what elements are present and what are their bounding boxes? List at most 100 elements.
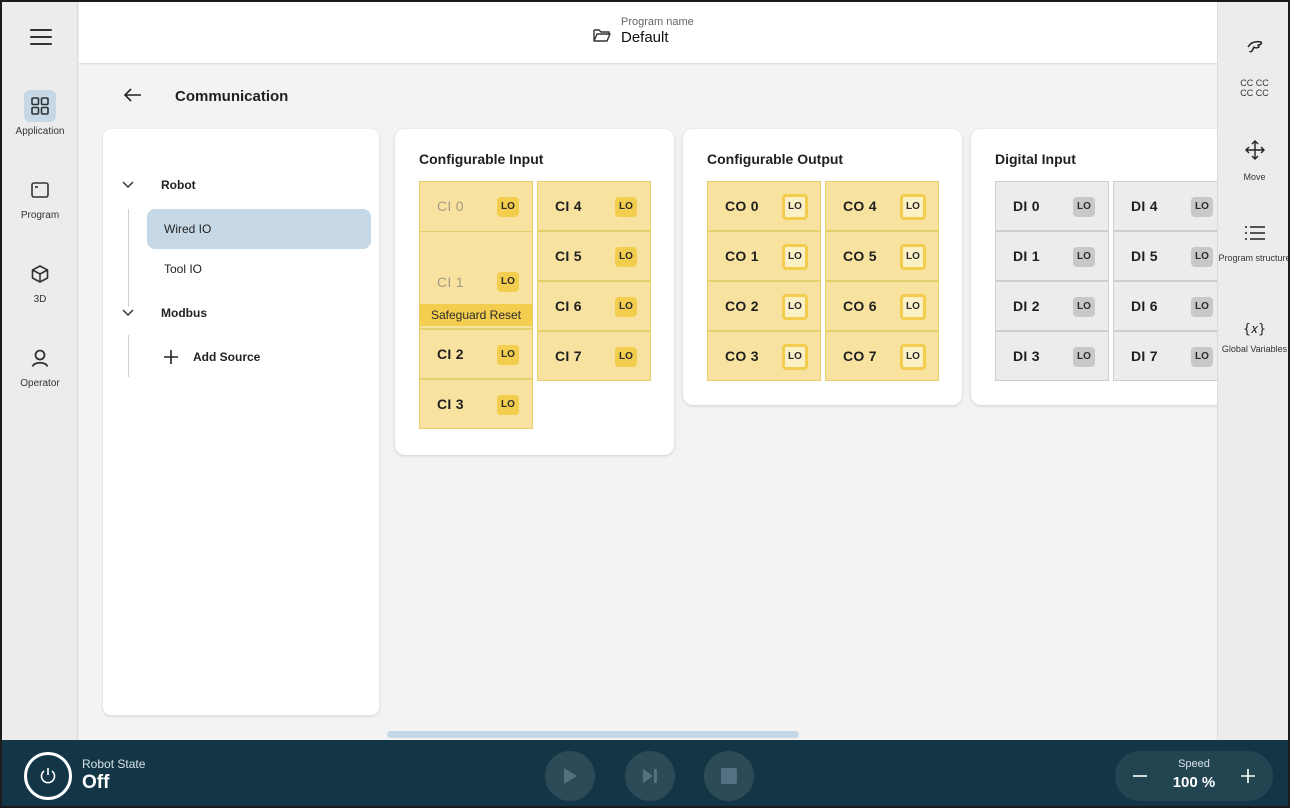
play-button[interactable] xyxy=(545,751,595,801)
play-icon xyxy=(564,768,577,784)
level-badge: LO xyxy=(615,347,637,367)
left-nav: Application Program 3D Operator xyxy=(2,2,78,740)
nav-3d[interactable]: 3D xyxy=(2,258,78,305)
back-arrow-icon[interactable] xyxy=(123,87,143,108)
level-badge: LO xyxy=(1191,247,1213,267)
cc-label: CC CC CC CC xyxy=(1240,78,1269,98)
cube-icon xyxy=(24,258,56,290)
co-cell-7[interactable]: CO 7 LO xyxy=(825,331,939,381)
card-title: Digital Input xyxy=(995,151,1076,167)
io-name: CO 6 xyxy=(843,298,877,314)
ci-cell-2[interactable]: CI 2 LO xyxy=(419,329,533,379)
step-icon xyxy=(643,769,657,783)
program-name-value: Default xyxy=(621,29,669,46)
top-bar: Program name Default xyxy=(79,2,1217,64)
menu-icon[interactable] xyxy=(30,29,52,49)
level-toggle[interactable]: LO xyxy=(782,244,808,270)
level-badge: LO xyxy=(1073,247,1095,267)
level-toggle[interactable]: LO xyxy=(900,344,926,370)
io-name: CI 2 xyxy=(437,346,464,362)
io-name: CI 1 xyxy=(437,274,464,290)
di-cell-4[interactable]: DI 4 LO xyxy=(1113,181,1217,231)
nav-application[interactable]: Application xyxy=(2,90,78,137)
add-source-label: Add Source xyxy=(193,350,261,364)
di-cell-0[interactable]: DI 0 LO xyxy=(995,181,1109,231)
plus-icon xyxy=(164,350,178,364)
di-cell-3[interactable]: DI 3 LO xyxy=(995,331,1109,381)
level-toggle[interactable]: LO xyxy=(900,244,926,270)
level-badge: LO xyxy=(497,272,519,292)
global-variables-label: Global Variables xyxy=(1221,344,1288,354)
program-structure-button[interactable]: Program structure xyxy=(1218,224,1288,263)
stop-button[interactable] xyxy=(704,751,754,801)
folder-icon xyxy=(593,28,611,47)
robot-state-caption: Robot State xyxy=(82,757,146,771)
program-name[interactable]: Program name Default xyxy=(593,16,694,47)
page-title: Communication xyxy=(175,88,289,105)
di-cell-1[interactable]: DI 1 LO xyxy=(995,231,1109,281)
di-cell-5[interactable]: DI 5 LO xyxy=(1113,231,1217,281)
co-cell-3[interactable]: CO 3 LO xyxy=(707,331,821,381)
co-cell-2[interactable]: CO 2 LO xyxy=(707,281,821,331)
level-toggle[interactable]: LO xyxy=(782,294,808,320)
nav-label: Application xyxy=(15,126,65,137)
co-cell-6[interactable]: CO 6 LO xyxy=(825,281,939,331)
io-name: CO 5 xyxy=(843,248,877,264)
card-title: Configurable Input xyxy=(419,151,544,167)
nav-program[interactable]: Program xyxy=(2,174,78,221)
io-name: DI 1 xyxy=(1013,248,1040,264)
ci-cell-6[interactable]: CI 6 LO xyxy=(537,281,651,331)
add-source-button[interactable]: Add Source xyxy=(163,349,260,365)
io-name: DI 3 xyxy=(1013,348,1040,364)
nav-label: Program xyxy=(20,210,60,221)
tree-group-modbus[interactable]: Modbus xyxy=(121,306,207,320)
power-button[interactable] xyxy=(24,752,72,800)
co-cell-5[interactable]: CO 5 LO xyxy=(825,231,939,281)
co-cell-4[interactable]: CO 4 LO xyxy=(825,181,939,231)
freedrive-button[interactable] xyxy=(1218,38,1288,61)
tree-item-wired-io[interactable]: Wired IO xyxy=(147,209,371,249)
level-badge: LO xyxy=(615,297,637,317)
ci-cell-1[interactable]: CI 1 LO Safeguard Reset xyxy=(419,231,533,329)
di-cell-2[interactable]: DI 2 LO xyxy=(995,281,1109,331)
ci-cell-5[interactable]: CI 5 LO xyxy=(537,231,651,281)
co-cell-1[interactable]: CO 1 LO xyxy=(707,231,821,281)
io-name: CO 0 xyxy=(725,198,759,214)
step-button[interactable] xyxy=(625,751,675,801)
ci-cell-4[interactable]: CI 4 LO xyxy=(537,181,651,231)
ci-cell-7[interactable]: CI 7 LO xyxy=(537,331,651,381)
level-badge: LO xyxy=(1073,347,1095,367)
ci-cell-3[interactable]: CI 3 LO xyxy=(419,379,533,429)
io-name: CO 7 xyxy=(843,348,877,364)
tree-item-tool-io[interactable]: Tool IO xyxy=(147,249,371,289)
io-name: DI 6 xyxy=(1131,298,1158,314)
nav-operator[interactable]: Operator xyxy=(2,342,78,389)
di-cell-7[interactable]: DI 7 LO xyxy=(1113,331,1217,381)
level-toggle[interactable]: LO xyxy=(900,194,926,220)
global-variables-button[interactable]: {𝑥} Global Variables xyxy=(1218,320,1288,354)
io-name: DI 7 xyxy=(1131,348,1158,364)
speed-increase-button[interactable] xyxy=(1223,751,1273,801)
plus-icon xyxy=(1241,769,1255,783)
di-cell-6[interactable]: DI 6 LO xyxy=(1113,281,1217,331)
level-badge: LO xyxy=(1073,297,1095,317)
io-name: DI 0 xyxy=(1013,198,1040,214)
robot-state-value: Off xyxy=(82,772,110,793)
move-label: Move xyxy=(1243,172,1266,182)
move-arrows-icon xyxy=(1244,140,1266,165)
co-cell-0[interactable]: CO 0 LO xyxy=(707,181,821,231)
card-title: Configurable Output xyxy=(707,151,844,167)
tree-connector xyxy=(128,335,129,377)
power-icon xyxy=(40,768,56,784)
move-button[interactable]: Move xyxy=(1218,139,1288,182)
horizontal-scrollbar[interactable] xyxy=(387,731,799,738)
level-toggle[interactable]: LO xyxy=(900,294,926,320)
level-toggle[interactable]: LO xyxy=(782,344,808,370)
io-name: CO 2 xyxy=(725,298,759,314)
io-name: CI 7 xyxy=(555,348,582,364)
level-badge: LO xyxy=(615,247,637,267)
tree-group-robot[interactable]: Robot xyxy=(121,178,196,192)
cc-indicator: CC CC CC CC xyxy=(1218,72,1288,98)
level-toggle[interactable]: LO xyxy=(782,194,808,220)
level-badge: LO xyxy=(1191,197,1213,217)
